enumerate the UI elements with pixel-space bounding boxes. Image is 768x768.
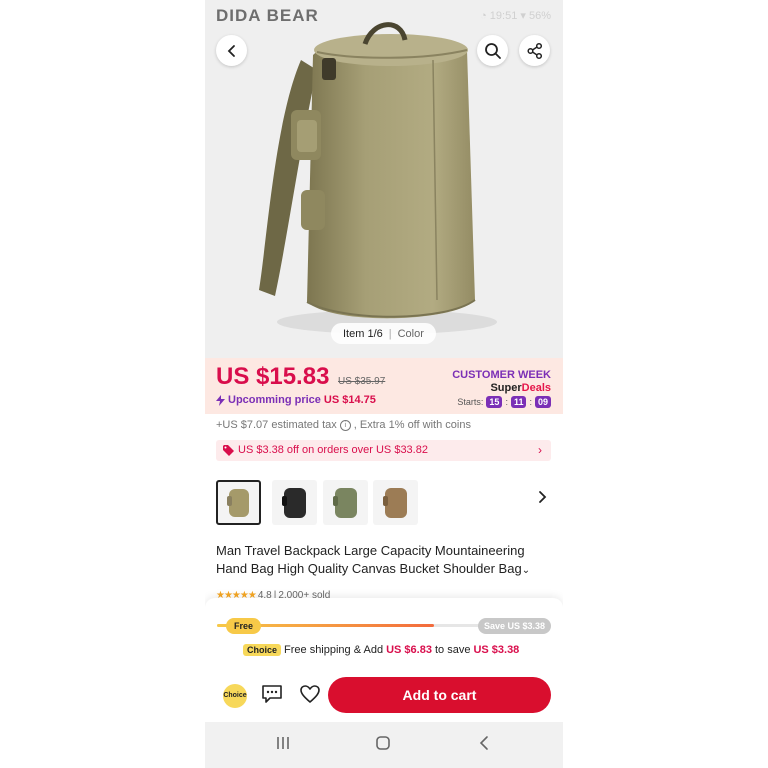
coupon-banner[interactable]: US $3.38 off on orders over US $33.82 › [216,440,551,461]
tax-info: +US $7.07 estimated tax i , Extra 1% off… [216,419,471,431]
recents-icon [277,737,289,749]
variant-thumb-brown[interactable] [373,480,418,525]
timer-seconds: 09 [534,396,551,408]
back-arrow-icon [479,736,488,750]
add-amount: US $6.83 [386,644,432,656]
share-button[interactable] [519,35,550,66]
search-button[interactable] [477,35,508,66]
info-icon[interactable]: i [339,419,351,431]
original-price: US $35.97 [338,376,386,387]
upcoming-price: Upcomming price US $14.75 [216,394,376,406]
recents-button[interactable] [275,735,291,756]
product-title[interactable]: Man Travel Backpack Large Capacity Mount… [216,542,552,580]
free-shipping-card[interactable]: Free Save US $3.38 Choice Free shipping … [205,598,563,670]
more-variants-button[interactable] [537,490,549,509]
choice-badge: Choice [243,644,282,656]
save-amount: US $3.38 [473,644,520,656]
back-button[interactable] [216,35,247,66]
message-icon [262,685,282,703]
variant-thumb-army-green[interactable] [323,480,368,525]
free-pill: Free [226,618,262,634]
add-to-cart-button[interactable]: Add to cart [328,677,551,713]
system-nav-bar [205,722,563,768]
variant-thumb-black[interactable] [272,480,317,525]
super-deals-label: SuperDeals [490,382,551,394]
status-indicators: ◔ 19:51 ▾ 56% [480,10,551,22]
status-brand: DIDA BEAR [216,6,319,25]
backpack-illustration [259,22,497,334]
search-icon [484,42,501,59]
wishlist-button[interactable] [299,684,321,709]
coupon-text: US $3.38 off on orders over US $33.82 [238,444,428,456]
upcoming-label: Upcomming price [228,394,321,406]
action-bar: Choice Add to cart [205,670,563,722]
color-tab[interactable]: Color [398,328,424,340]
counter-divider: | [388,327,392,340]
image-index: Item 1/6 [343,327,383,340]
message-button[interactable] [261,684,283,709]
heart-icon [300,685,320,703]
nav-back-button[interactable] [477,735,493,756]
chevron-right-icon: › [538,443,542,457]
tag-icon [223,445,234,456]
promo-title: CUSTOMER WEEK [452,369,551,381]
home-button[interactable] [375,735,391,756]
choice-button[interactable]: Choice [223,684,247,708]
share-icon [526,42,542,59]
image-counter[interactable]: Item 1/6 | Color [331,323,436,344]
variant-thumb-khaki[interactable] [216,480,261,525]
upcoming-value: US $14.75 [323,394,376,406]
save-pill: Save US $3.38 [477,618,551,634]
countdown-timer: Starts: 15 : 11 : 09 [457,396,551,408]
timer-label: Starts: [457,397,484,407]
timer-hours: 15 [486,396,503,408]
expand-chevron-icon[interactable]: ⌄ [522,565,530,576]
chevron-right-icon [539,491,547,503]
phone-screen: DIDA BEAR ◔ 19:51 ▾ 56% Item 1/6 | Color… [205,0,563,768]
price-banner: US $15.83 US $35.97 Upcomming price US $… [205,358,563,414]
current-price: US $15.83 [216,363,330,390]
chevron-left-icon [227,44,235,57]
product-image[interactable]: DIDA BEAR ◔ 19:51 ▾ 56% Item 1/6 | Color [205,0,563,358]
lightning-icon [216,394,225,406]
home-icon [376,736,390,750]
timer-minutes: 11 [510,396,527,408]
shipping-text: Choice Free shipping & Add US $6.83 to s… [243,644,519,656]
